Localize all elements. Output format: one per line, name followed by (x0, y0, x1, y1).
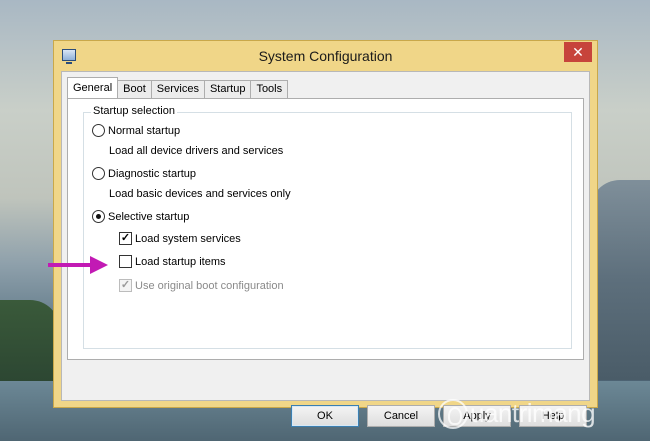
startup-selection-label: Startup selection (91, 105, 177, 117)
system-configuration-window: System Configuration ✕ General Boot Serv… (53, 40, 598, 427)
diagnostic-startup-description: Load basic devices and services only (109, 188, 291, 200)
tab-startup[interactable]: Startup (203, 80, 252, 98)
normal-startup-description: Load all device drivers and services (109, 145, 284, 157)
pointer-arrow-annotation (48, 256, 108, 274)
checkmark-icon: ✓ (119, 279, 132, 292)
startup-selection-group: Startup selection Normal startup Load al… (83, 105, 572, 349)
radio-indicator[interactable] (92, 124, 105, 137)
watermark-logo: uantrimang (438, 398, 596, 429)
window-title: System Configuration (258, 48, 393, 64)
close-button[interactable]: ✕ (564, 42, 592, 62)
diagnostic-startup-label: Diagnostic startup (108, 167, 197, 180)
load-startup-items-checkbox[interactable]: Load startup items (119, 255, 226, 268)
cancel-button[interactable]: Cancel (367, 405, 435, 427)
diagnostic-startup-radio[interactable]: Diagnostic startup (92, 167, 196, 180)
tab-boot[interactable]: Boot (117, 80, 152, 98)
load-system-services-label: Load system services (135, 232, 241, 245)
radio-indicator[interactable] (92, 167, 105, 180)
tab-general[interactable]: General (67, 77, 119, 98)
general-tab-panel: Startup selection Normal startup Load al… (67, 98, 584, 360)
ok-button[interactable]: OK (291, 405, 359, 427)
radio-indicator-selected[interactable] (92, 210, 105, 223)
load-startup-items-label: Load startup items (135, 255, 226, 268)
use-original-boot-label: Use original boot configuration (135, 279, 284, 292)
normal-startup-label: Normal startup (108, 124, 181, 137)
selective-startup-label: Selective startup (108, 210, 190, 223)
desktop-hills (590, 180, 650, 380)
tab-strip: General Boot Services Startup Tools (67, 77, 289, 98)
use-original-boot-checkbox: ✓ Use original boot configuration (119, 279, 284, 292)
tab-tools[interactable]: Tools (250, 80, 289, 98)
title-bar[interactable]: System Configuration ✕ (54, 41, 597, 71)
empty-checkbox[interactable] (119, 255, 132, 268)
tab-services[interactable]: Services (150, 80, 205, 98)
bulb-icon (438, 398, 468, 429)
load-system-services-checkbox[interactable]: ✓ Load system services (119, 232, 241, 245)
checkmark-icon[interactable]: ✓ (119, 232, 132, 245)
selective-startup-radio[interactable]: Selective startup (92, 210, 189, 223)
dialog-client-area: General Boot Services Startup Tools Star… (61, 71, 590, 427)
watermark-text: uantrimang (470, 398, 596, 428)
normal-startup-radio[interactable]: Normal startup (92, 124, 180, 137)
